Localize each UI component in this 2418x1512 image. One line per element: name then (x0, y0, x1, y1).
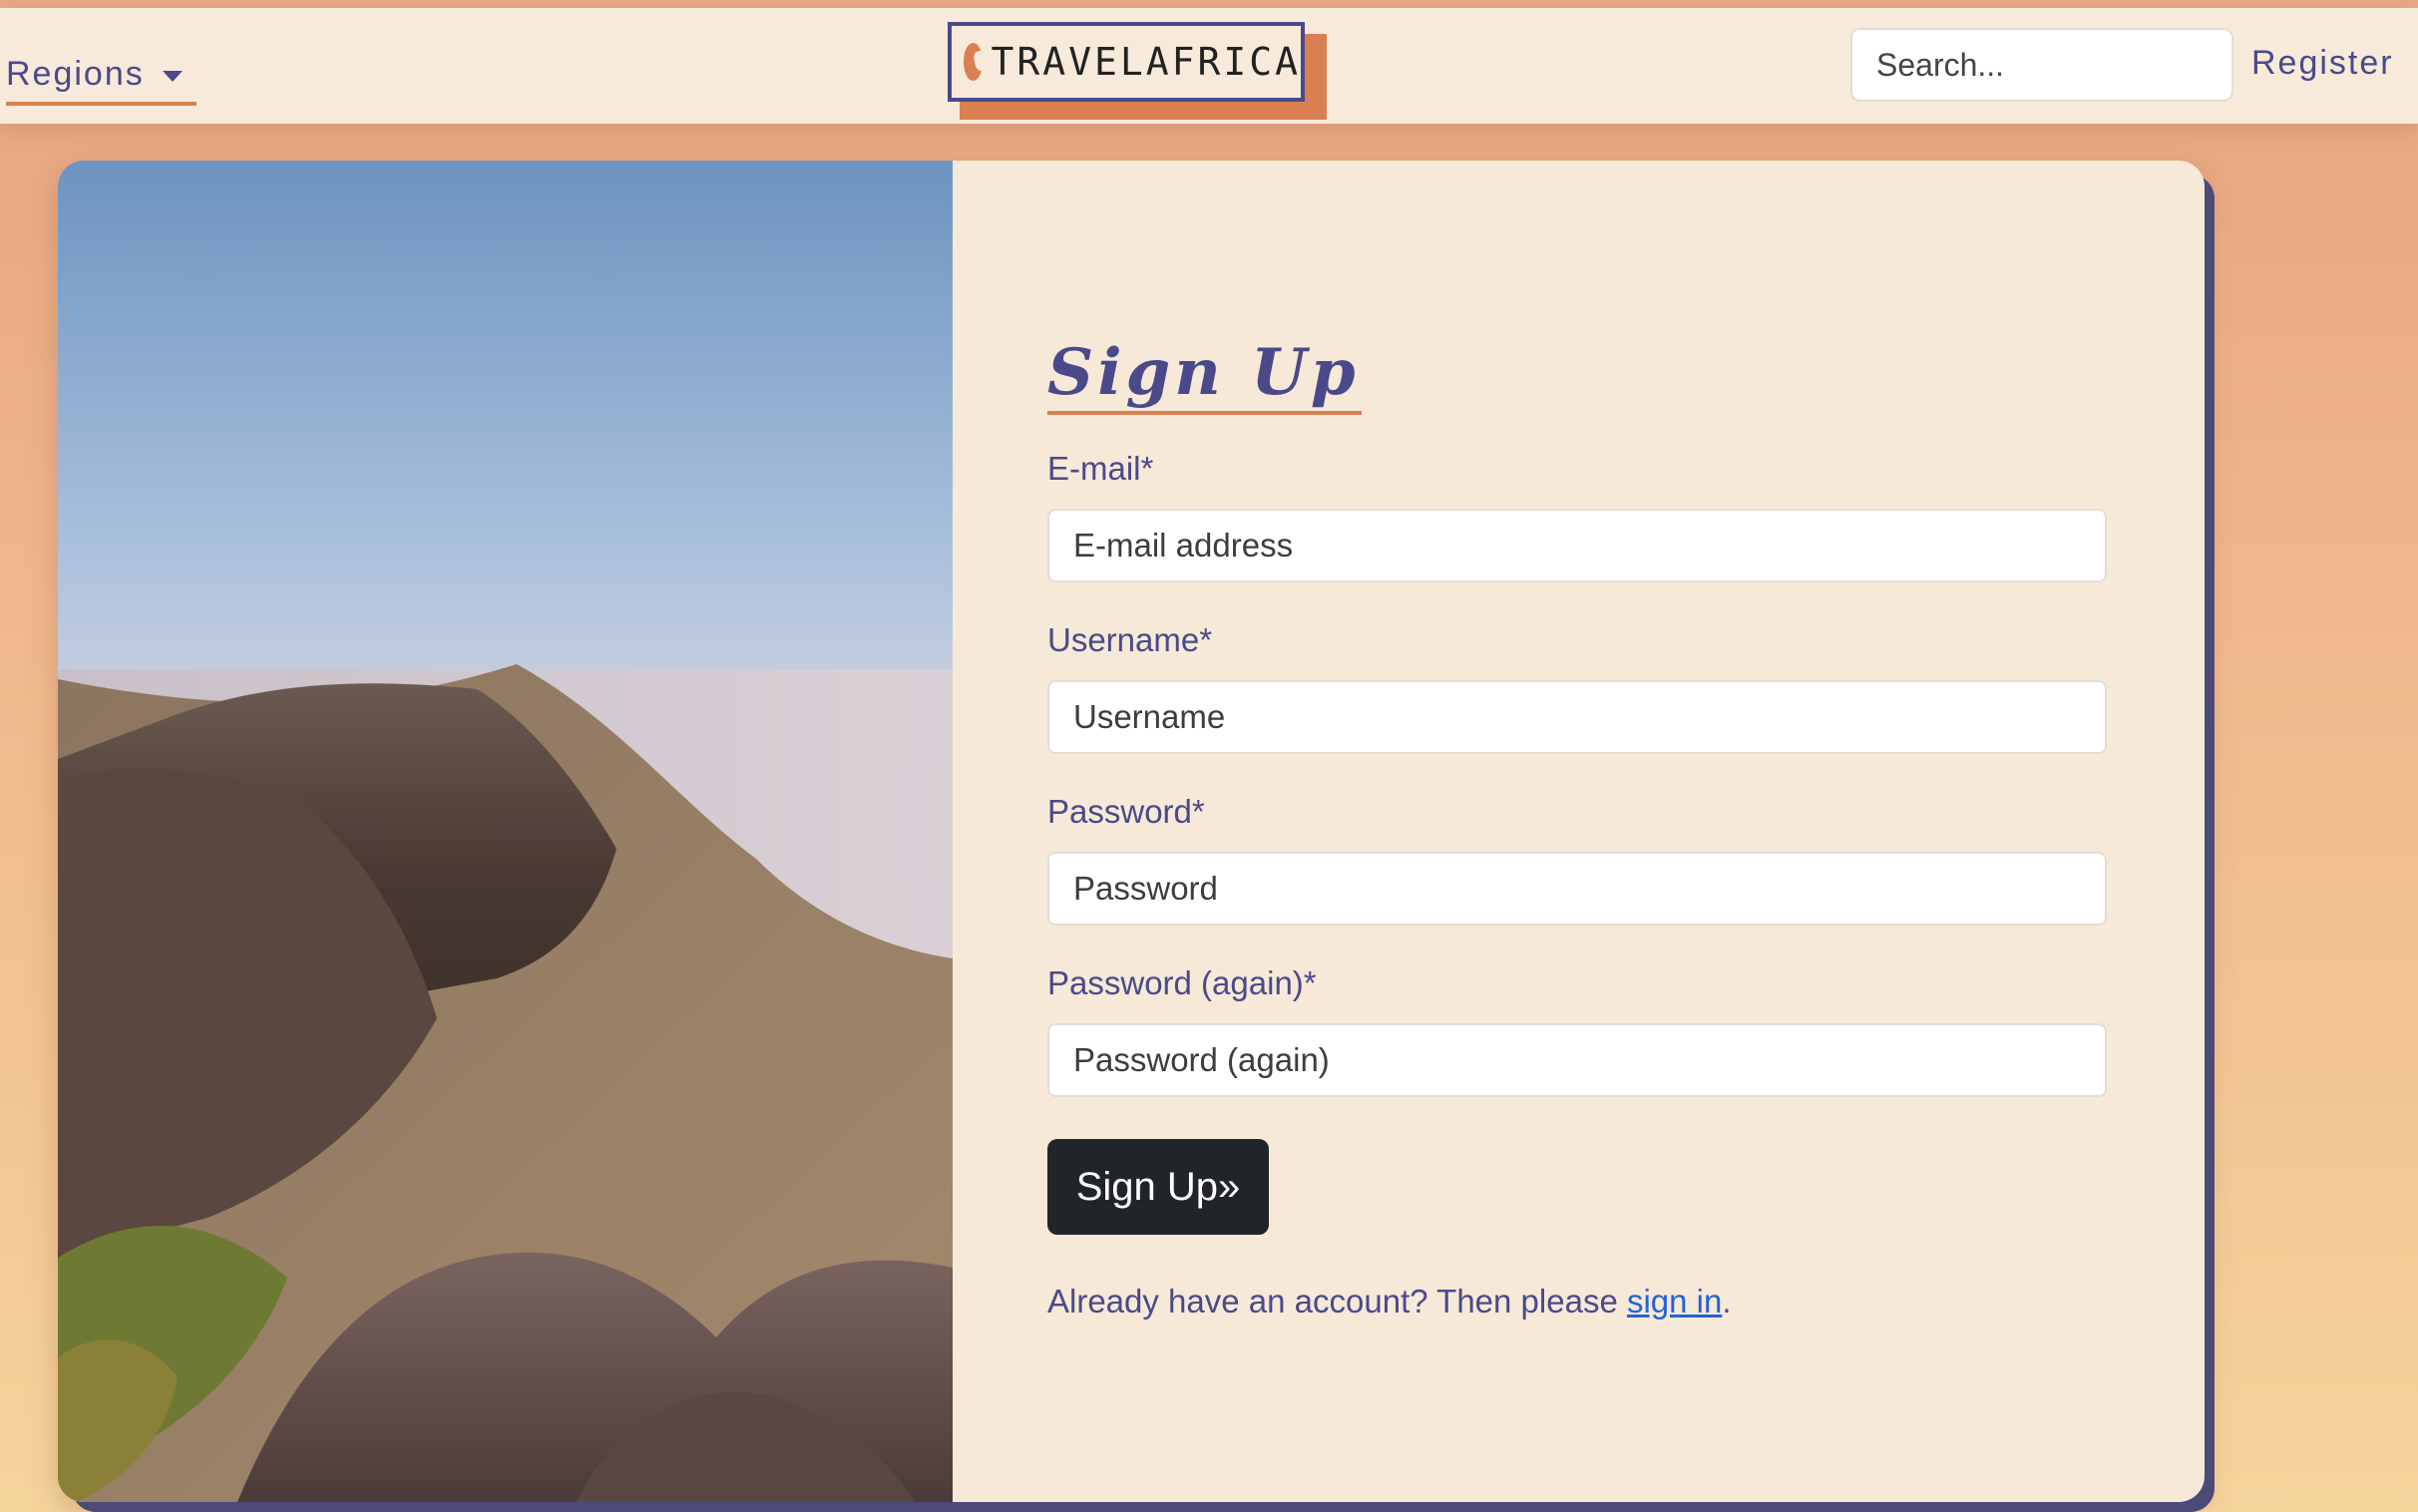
signin-prompt-suffix: . (1722, 1283, 1732, 1320)
caret-down-icon (162, 70, 183, 82)
password-label: Password* (1047, 793, 1205, 830)
username-field[interactable] (1047, 680, 2107, 754)
globe-icon (964, 43, 984, 81)
password-field[interactable] (1047, 852, 2107, 926)
logo[interactable]: TRAVELAFRICA (948, 22, 1327, 120)
email-label: E-mail* (1047, 450, 1154, 487)
signin-prompt-text: Already have an account? Then please (1047, 1283, 1627, 1320)
sign-up-button[interactable]: Sign Up» (1047, 1139, 1269, 1235)
regions-label: Regions (6, 54, 145, 93)
username-label: Username* (1047, 621, 1213, 658)
signin-prompt: Already have an account? Then please sig… (1047, 1283, 1732, 1321)
sign-in-link[interactable]: sign in (1627, 1283, 1722, 1320)
password-again-label: Password (again)* (1047, 964, 1317, 1001)
top-accent-line (0, 0, 2418, 8)
mountain-coast-photo (58, 161, 953, 1502)
navbar: Regions TRAVELAFRICA Register (0, 8, 2418, 124)
search-input[interactable] (1850, 28, 2233, 102)
signup-card: Sign Up E-mail* Username* Password* Pass… (58, 161, 2205, 1502)
logo-text: TRAVELAFRICA (991, 40, 1301, 84)
signup-form: Sign Up E-mail* Username* Password* Pass… (953, 161, 2205, 1502)
register-link[interactable]: Register (2251, 44, 2394, 83)
password-again-field[interactable] (1047, 1023, 2107, 1097)
page-title: Sign Up (1047, 340, 1362, 415)
logo-box: TRAVELAFRICA (948, 22, 1305, 102)
email-field[interactable] (1047, 509, 2107, 582)
regions-dropdown[interactable]: Regions (6, 46, 197, 106)
